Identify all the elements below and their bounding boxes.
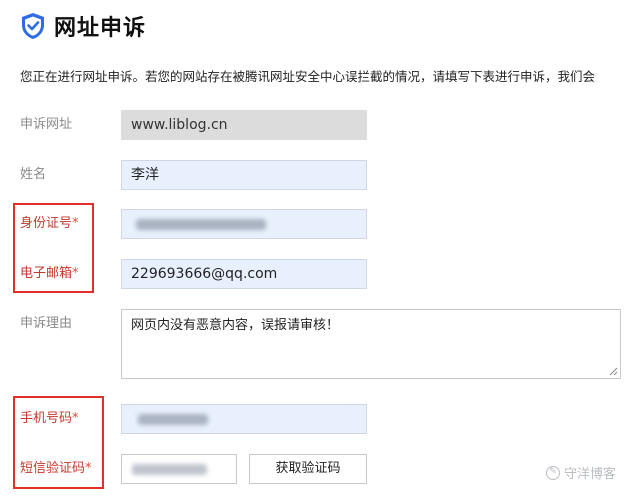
shield-check-icon xyxy=(22,13,44,39)
id-number-input[interactable] xyxy=(121,209,367,239)
email-input[interactable]: 229693666@qq.com xyxy=(121,259,367,289)
redacted-blur xyxy=(136,219,266,230)
redacted-blur xyxy=(132,464,207,475)
reason-text: 网页内没有恶意内容，误报请审核！ xyxy=(131,318,340,333)
redacted-blur xyxy=(138,414,208,425)
intro-text: 您正在进行网址申诉。若您的网站存在被腾讯网址安全中心误拦截的情况，请填写下表进行… xyxy=(20,69,596,84)
watermark-text: 守洋博客 xyxy=(563,467,616,482)
watermark: ✎ 守洋博客 xyxy=(545,463,616,482)
highlight-box-phone-sms xyxy=(13,396,104,489)
watermark-logo-icon: ✎ xyxy=(545,465,560,480)
page-title: 网址申诉 xyxy=(54,16,147,41)
resize-handle-icon[interactable] xyxy=(609,367,618,376)
get-code-button[interactable]: 获取验证码 xyxy=(249,454,367,484)
label-appeal-url: 申诉网址 xyxy=(20,117,73,132)
phone-input[interactable] xyxy=(121,404,367,434)
reason-textarea[interactable]: 网页内没有恶意内容，误报请审核！ xyxy=(121,309,621,379)
appeal-url-field: www.liblog.cn xyxy=(121,110,367,140)
label-name: 姓名 xyxy=(20,167,47,182)
name-input[interactable]: 李洋 xyxy=(121,160,367,190)
highlight-box-id-email xyxy=(13,203,94,293)
sms-code-input[interactable] xyxy=(121,454,237,484)
page-header: 网址申诉 xyxy=(20,10,146,42)
label-reason: 申诉理由 xyxy=(20,316,73,331)
